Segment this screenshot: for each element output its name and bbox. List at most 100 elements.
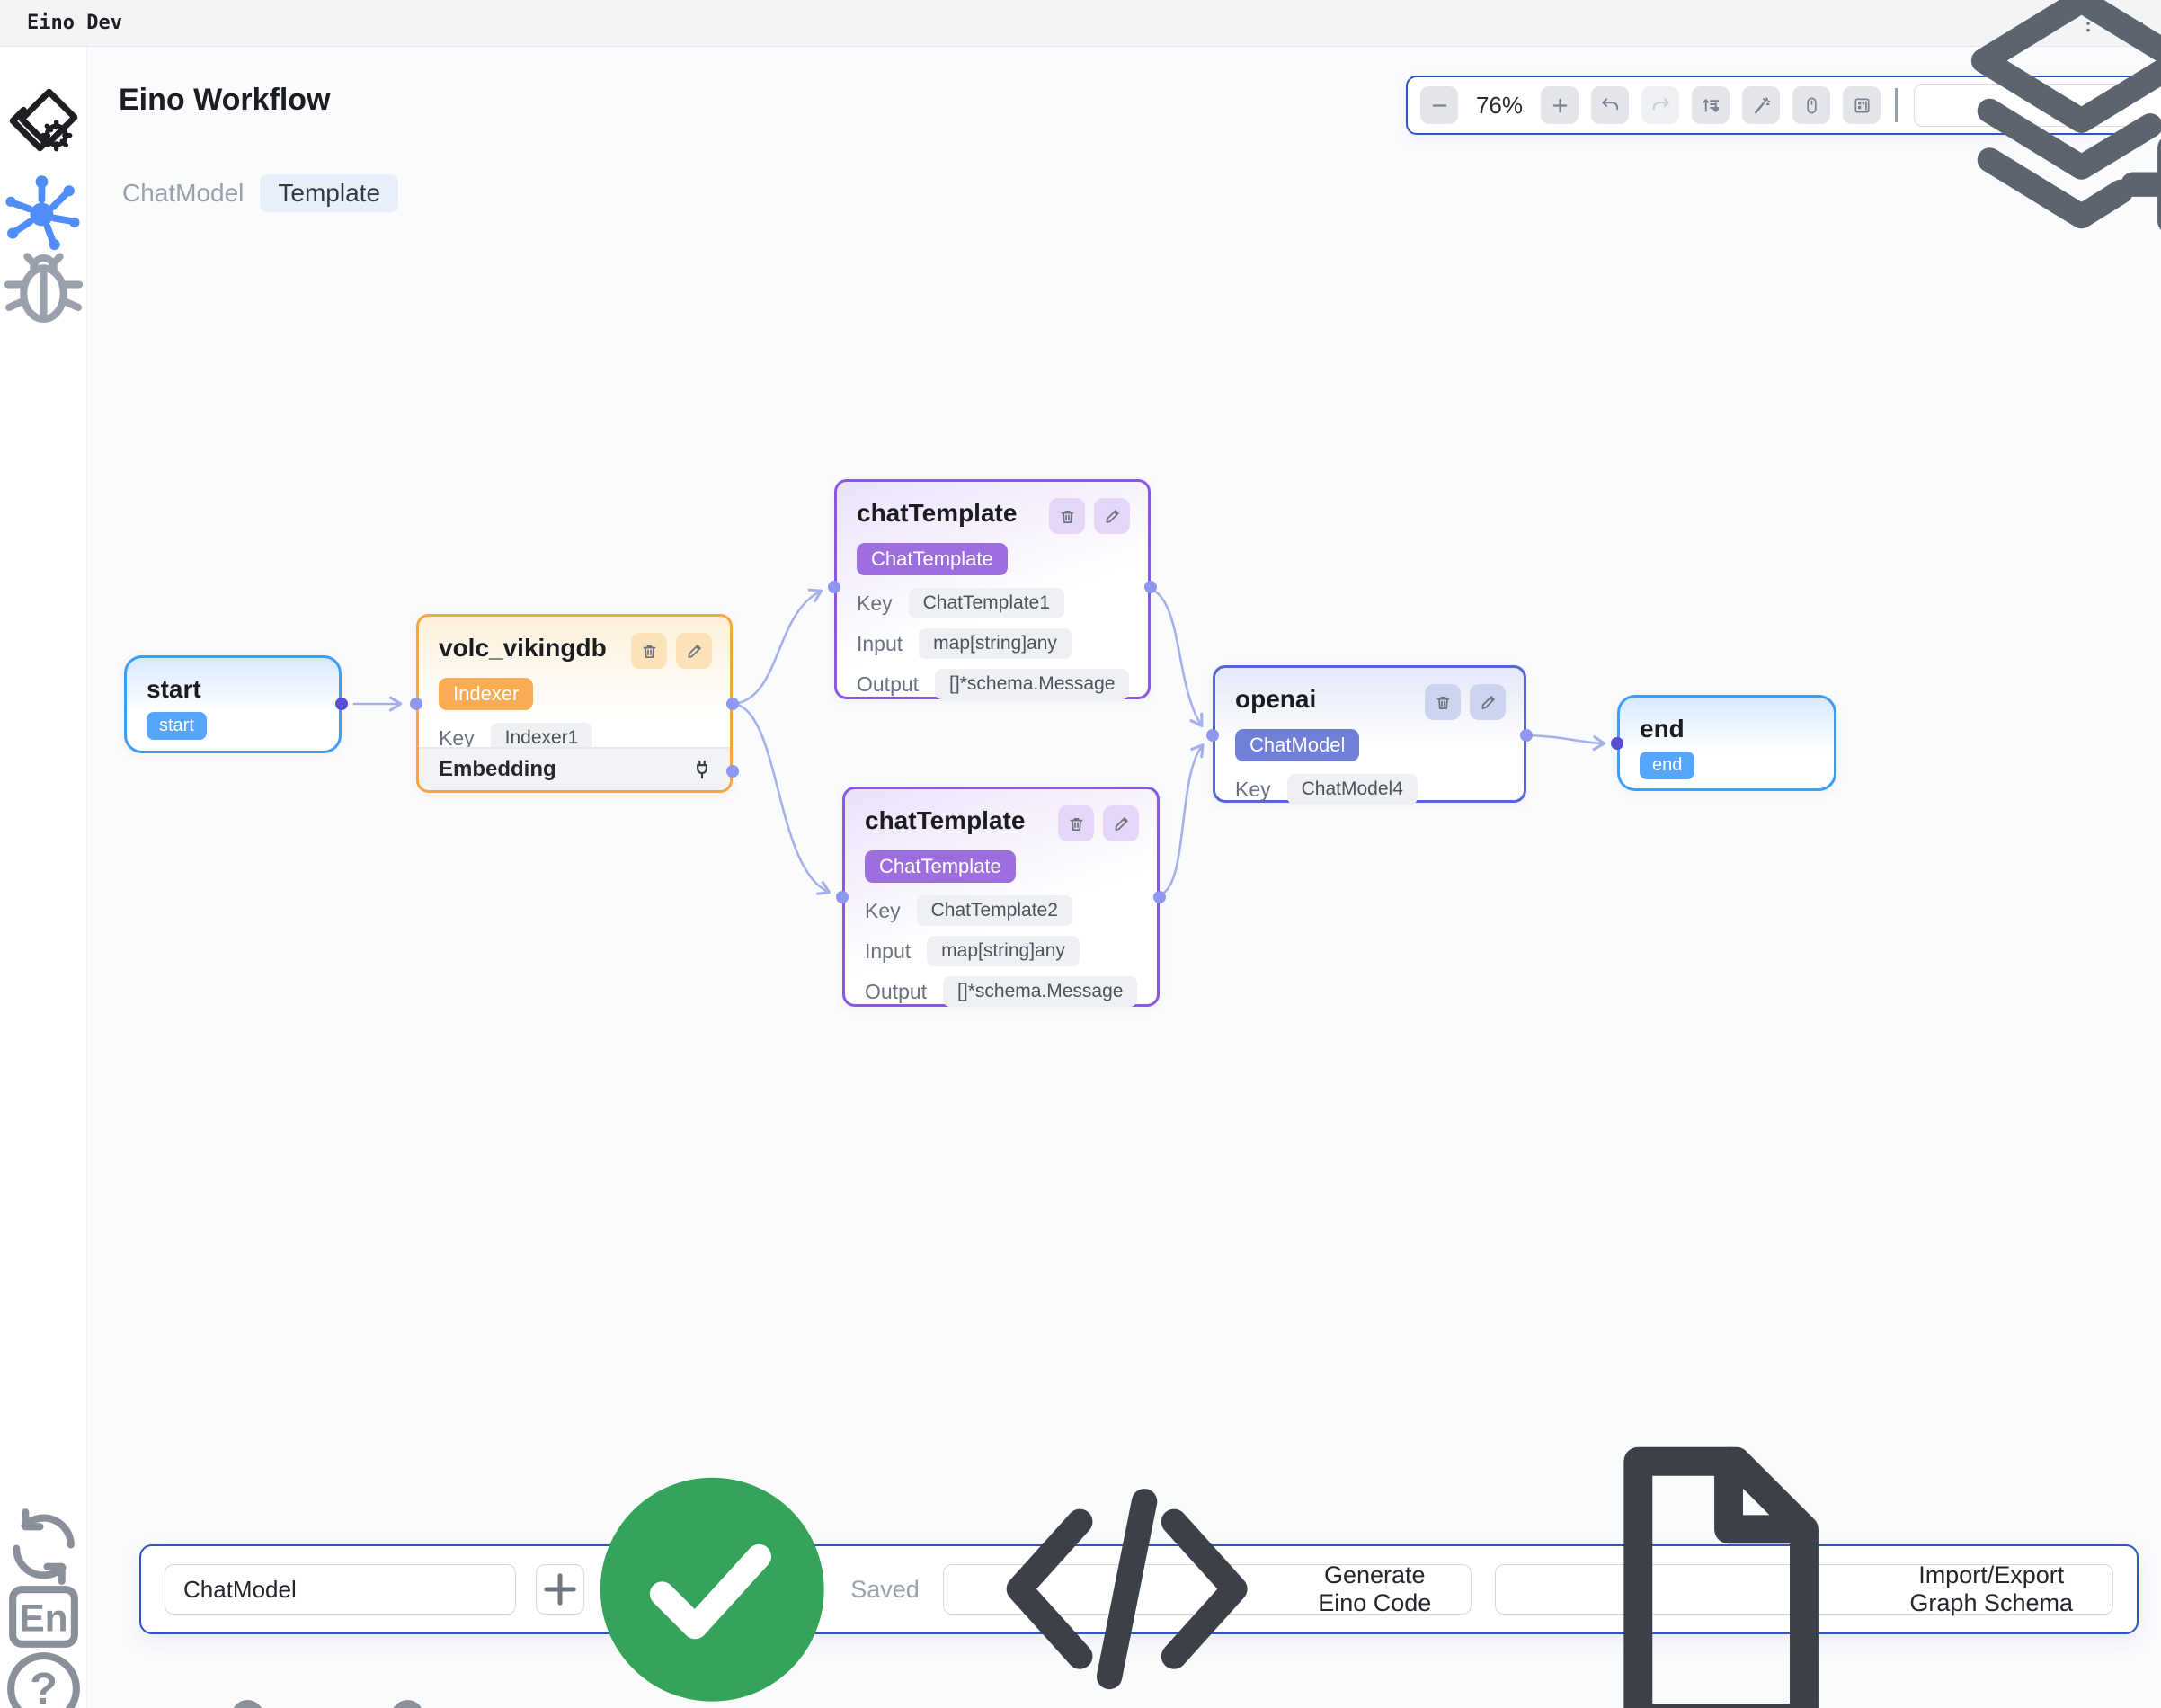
undo-button[interactable] [1591,86,1629,124]
node-title: end [1640,714,1685,744]
svg-text:?: ? [30,1662,58,1708]
chattemplate1-output-port[interactable] [1144,581,1157,593]
breadcrumb-chatmodel[interactable]: ChatModel [119,174,247,212]
node-title: start [147,674,201,705]
field-value: map[string]any [919,628,1072,659]
breadcrumb-template-active[interactable]: Template [260,174,398,212]
node-field-row: KeyChatTemplate2 [865,895,1137,926]
field-value: map[string]any [927,936,1080,966]
add-node-button[interactable]: Add node [1914,84,2161,127]
field-label: Key [1235,778,1271,802]
field-value: ChatTemplate2 [917,895,1072,926]
eino-logo [0,79,87,166]
volc-vikingdb-embedding-port[interactable] [726,765,739,778]
field-label: Input [857,632,903,656]
node-field-row: Key ChatTemplate1 [857,588,1128,618]
node-type-badge: ChatTemplate [865,850,1016,883]
chattemplate2-input-port[interactable] [836,891,849,903]
node-type-badge: ChatTemplate [857,543,1008,575]
generate-eino-code-button[interactable]: Generate Eino Code [943,1564,1472,1615]
chattemplate1-input-port[interactable] [828,581,840,593]
node-field-row: Inputmap[string]any [865,936,1137,966]
layers-plus-icon [1934,0,2161,253]
edit-node-button[interactable] [676,633,712,669]
node-field-row: Key ChatModel4 [1235,774,1504,805]
minimap-icon [1852,95,1872,116]
redo-button [1641,86,1679,124]
eino-dev-window: Eino Dev En ? Eino Workflow 76% [0,0,2161,1708]
pan-mode-button[interactable] [1792,86,1830,124]
magic-wand-button[interactable] [1742,86,1780,124]
node-start[interactable]: start start [124,655,342,753]
node-type-select[interactable]: ChatModel [165,1564,516,1615]
breadcrumb: ChatModel Template [119,174,398,212]
end-input-port[interactable] [1611,737,1623,750]
edit-icon [1479,693,1498,712]
field-label: Output [857,672,919,697]
node-field-row: Output []*schema.Message [857,669,1128,699]
add-type-button[interactable] [536,1564,584,1615]
volc-vikingdb-output-port[interactable] [726,698,739,710]
toolbar-divider [1895,88,1898,122]
delete-node-button[interactable] [1425,684,1461,720]
edit-icon [1103,507,1122,526]
openai-input-port[interactable] [1206,729,1219,742]
delete-node-button[interactable] [1058,805,1094,841]
import-export-graph-schema-button[interactable]: Import/Export Graph Schema [1495,1564,2114,1615]
field-label: Output [865,980,927,1004]
node-title: chatTemplate [865,805,1025,836]
node-volc_vikingdb[interactable]: volc_vikingdbIndexerKeyIndexer1Embedding [416,614,733,793]
node-openai[interactable]: openaiChatModelKeyChatModel4 [1213,665,1526,803]
eino-logo-icon [0,79,87,166]
vertical-layout-icon [1701,95,1721,116]
mouse-icon [1801,95,1822,116]
trash-icon [1067,814,1086,833]
sidebar-item-help[interactable]: ? [0,1645,87,1708]
node-title: chatTemplate [857,498,1017,529]
node-end[interactable]: end end [1617,695,1836,791]
code-icon [965,1428,1288,1708]
field-value: []*schema.Message [943,976,1137,1007]
edit-node-button[interactable] [1470,684,1506,720]
page-title: Eino Workflow [119,83,330,118]
edit-icon [685,642,704,661]
zoom-level: 76% [1471,92,1528,120]
delete-node-button[interactable] [1049,498,1085,534]
field-value: ChatModel4 [1287,774,1418,805]
trash-icon [1058,507,1077,526]
auto-layout-button[interactable] [1692,86,1730,124]
node-chatTemplate2[interactable]: chatTemplate ChatTemplate KeyChatTemplate2… [842,787,1160,1007]
node-field-row: Output []*schema.Message [865,976,1137,1007]
node-embedding-section[interactable]: Embedding [419,747,730,790]
node-type-badge: end [1640,752,1694,779]
sidebar: En ? [0,47,87,1708]
zoom-out-button[interactable] [1420,86,1458,124]
node-chatTemplate1[interactable]: chatTemplate ChatTemplate Key ChatTemplate1… [834,479,1151,699]
plus-icon [1550,95,1570,116]
node-type-badge: Indexer [439,678,533,710]
openai-output-port[interactable] [1520,729,1533,742]
wand-icon [1751,95,1772,116]
svg-text:En: En [19,1597,67,1640]
volc-vikingdb-input-port[interactable] [410,698,422,710]
start-output-port[interactable] [335,698,348,710]
save-status: Saved [584,1462,920,1708]
bottom-action-bar: ChatModel Saved Generate Eino Code Impor… [139,1544,2139,1634]
edit-node-button[interactable] [1103,805,1139,841]
document-icon [1517,1409,1880,1708]
field-value: []*schema.Message [935,669,1129,699]
window-title: Eino Dev [27,12,122,34]
field-value: ChatTemplate1 [909,588,1064,618]
edit-node-button[interactable] [1094,498,1130,534]
delete-node-button[interactable] [631,633,667,669]
node-title: volc_vikingdb [439,633,607,663]
zoom-in-button[interactable] [1541,86,1579,124]
canvas-toolbar: 76% Add node [1406,76,2139,135]
minimap-button[interactable] [1843,86,1881,124]
field-label: Key [857,592,893,616]
node-title: openai [1235,684,1316,715]
node-field-row: Input map[string]any [857,628,1128,659]
sidebar-item-debug[interactable] [0,243,87,330]
node-type-badge: start [147,712,207,740]
chattemplate2-output-port[interactable] [1153,891,1166,903]
